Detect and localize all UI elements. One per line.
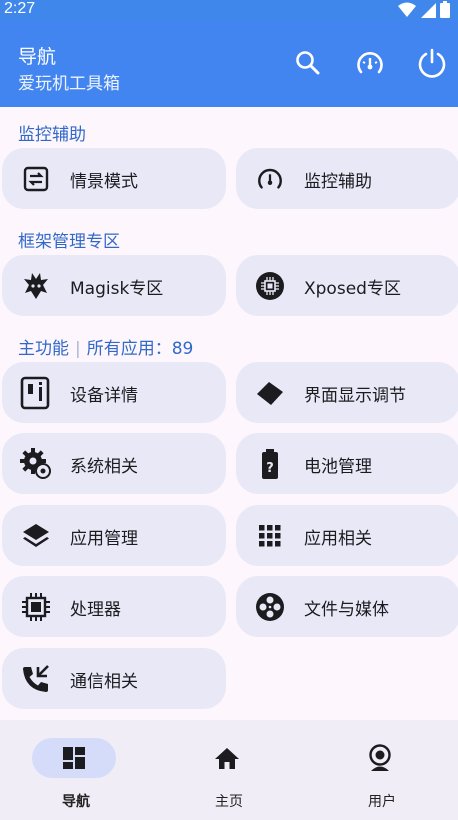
speedometer-icon xyxy=(254,163,286,195)
card-label: 文件与媒体 xyxy=(304,600,389,620)
card-processor[interactable]: 处理器 xyxy=(2,576,226,637)
section-app-count: 所有应用：89 xyxy=(86,339,194,359)
power-icon xyxy=(418,48,446,78)
card-label: 通信相关 xyxy=(70,672,138,692)
app-bar: 导航 爱玩机工具箱 xyxy=(0,20,458,107)
search-button[interactable] xyxy=(291,46,325,80)
signal-icon xyxy=(421,2,436,18)
card-label: 处理器 xyxy=(70,600,121,620)
phone-info-icon xyxy=(20,376,52,410)
monitor-button[interactable] xyxy=(353,46,387,80)
dashboard-icon xyxy=(63,747,85,769)
card-device-info[interactable]: 设备详情 xyxy=(2,362,226,423)
gear-icon xyxy=(20,448,52,480)
swap-icon xyxy=(20,163,52,195)
card-label: 情景模式 xyxy=(70,172,138,192)
phone-forward-icon xyxy=(20,663,52,695)
card-label: Magisk专区 xyxy=(70,279,164,299)
section-title-monitor: 监控辅助 xyxy=(18,125,86,145)
card-files-media[interactable]: 文件与媒体 xyxy=(236,576,458,637)
nav-item-user[interactable]: 用户 xyxy=(306,720,458,820)
card-label: 应用管理 xyxy=(70,529,138,549)
nav-label: 主页 xyxy=(215,794,243,810)
card-xposed[interactable]: Xposed专区 xyxy=(236,255,458,316)
card-system[interactable]: 系统相关 xyxy=(2,433,226,494)
page-subtitle: 爱玩机工具箱 xyxy=(18,74,120,94)
rotate-screen-icon xyxy=(254,377,286,409)
magisk-icon xyxy=(20,270,52,302)
user-icon xyxy=(369,744,391,771)
card-monitor-aux[interactable]: 监控辅助 xyxy=(236,148,458,209)
home-icon xyxy=(215,748,239,769)
status-time: 2:27 xyxy=(4,0,36,17)
search-icon xyxy=(296,51,320,75)
page-title: 导航 xyxy=(18,46,57,68)
section-title-main: 主功能 | 所有应用：89 xyxy=(18,334,193,359)
power-button[interactable] xyxy=(415,46,449,80)
card-label: 监控辅助 xyxy=(304,172,372,192)
card-label: 设备详情 xyxy=(70,386,138,406)
card-label: 界面显示调节 xyxy=(304,386,406,406)
section-divider: | xyxy=(75,339,81,359)
cpu-icon xyxy=(20,591,52,623)
card-label: 系统相关 xyxy=(70,457,138,477)
card-app-related[interactable]: 应用相关 xyxy=(236,505,458,566)
nav-indicator xyxy=(32,738,116,778)
card-label: Xposed专区 xyxy=(304,279,401,299)
nav-item-navigation[interactable]: 导航 xyxy=(0,720,152,820)
status-icons xyxy=(398,1,450,18)
nav-label: 导航 xyxy=(62,794,90,810)
chip-circle-icon xyxy=(254,270,286,302)
card-app-manage[interactable]: 应用管理 xyxy=(2,505,226,566)
nav-indicator xyxy=(338,738,422,778)
nav-label: 用户 xyxy=(368,794,396,810)
speedometer-icon xyxy=(357,52,383,74)
nav-item-home[interactable]: 主页 xyxy=(153,720,305,820)
layers-icon xyxy=(20,520,52,552)
grid-apps-icon xyxy=(254,520,286,552)
card-scene-mode[interactable]: 情景模式 xyxy=(2,148,226,209)
svg-text:?: ? xyxy=(266,461,274,476)
card-battery[interactable]: ? 电池管理 xyxy=(236,433,458,494)
nav-indicator xyxy=(185,738,269,778)
card-label: 应用相关 xyxy=(304,529,372,549)
battery-unknown-icon: ? xyxy=(254,448,286,480)
wifi-icon xyxy=(398,2,416,17)
status-bar: 2:27 xyxy=(0,0,458,20)
battery-icon xyxy=(440,1,450,18)
section-main-label: 主功能 xyxy=(18,339,69,359)
section-title-framework: 框架管理专区 xyxy=(18,232,120,252)
film-reel-icon xyxy=(254,591,286,623)
card-label: 电池管理 xyxy=(304,457,372,477)
card-telecom[interactable]: 通信相关 xyxy=(2,648,226,709)
card-magisk[interactable]: Magisk专区 xyxy=(2,255,226,316)
card-display-adjust[interactable]: 界面显示调节 xyxy=(236,362,458,423)
bottom-navigation: 导航 主页 用户 xyxy=(0,720,458,820)
